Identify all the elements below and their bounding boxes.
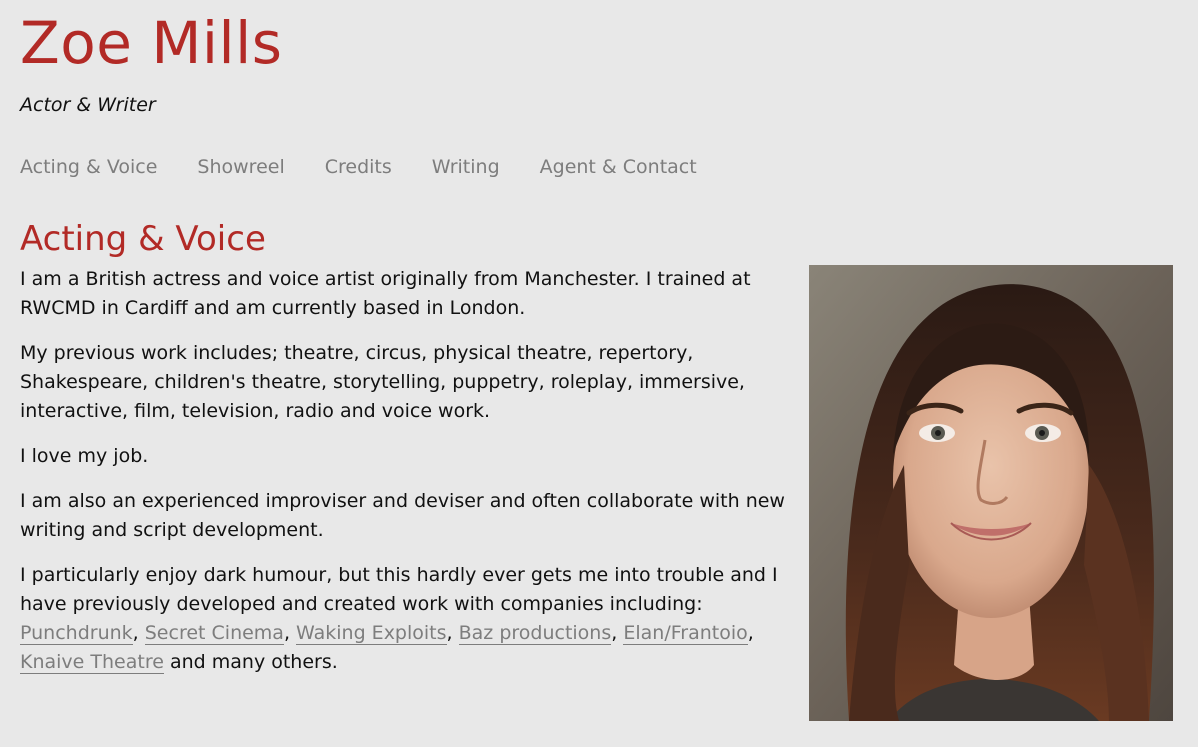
- bio-paragraph: I am also an experienced improviser and …: [20, 490, 785, 541]
- nav-item-agent-contact[interactable]: Agent & Contact: [540, 156, 697, 178]
- portrait-photo: [809, 265, 1173, 721]
- bio-content: I am a British actress and voice artist …: [20, 265, 795, 693]
- separator: ,: [446, 622, 459, 644]
- separator: ,: [747, 622, 754, 644]
- companies-intro: I particularly enjoy dark humour, but th…: [20, 564, 778, 615]
- company-link-waking-exploits[interactable]: Waking Exploits: [296, 622, 447, 645]
- company-link-knaive-theatre[interactable]: Knaive Theatre: [20, 651, 164, 674]
- portrait-illustration: [809, 265, 1173, 721]
- bio-paragraph: My previous work includes; theatre, circ…: [20, 342, 745, 422]
- nav-item-credits[interactable]: Credits: [325, 156, 392, 178]
- company-link-elan-frantoio[interactable]: Elan/Frantoio: [623, 622, 748, 645]
- nav-item-showreel[interactable]: Showreel: [197, 156, 284, 178]
- site-tagline: Actor & Writer: [20, 94, 156, 116]
- page: Zoe Mills Actor & Writer Acting & Voice …: [0, 0, 1198, 747]
- bio-paragraph: I am a British actress and voice artist …: [20, 268, 751, 319]
- bio-paragraph-companies: I particularly enjoy dark humour, but th…: [20, 561, 795, 677]
- bio-paragraph: I love my job.: [20, 445, 149, 467]
- company-link-secret-cinema[interactable]: Secret Cinema: [144, 622, 284, 645]
- separator: ,: [611, 622, 624, 644]
- company-link-punchdrunk[interactable]: Punchdrunk: [20, 622, 133, 645]
- nav-item-writing[interactable]: Writing: [432, 156, 500, 178]
- section-title: Acting & Voice: [20, 219, 266, 259]
- site-title[interactable]: Zoe Mills: [20, 11, 282, 76]
- nav-item-acting-voice[interactable]: Acting & Voice: [20, 156, 157, 178]
- main-nav: Acting & Voice Showreel Credits Writing …: [20, 156, 697, 178]
- separator: ,: [283, 622, 297, 644]
- separator: ,: [132, 622, 145, 644]
- companies-outro: and many others.: [163, 651, 338, 673]
- company-link-baz-productions[interactable]: Baz productions: [458, 622, 612, 645]
